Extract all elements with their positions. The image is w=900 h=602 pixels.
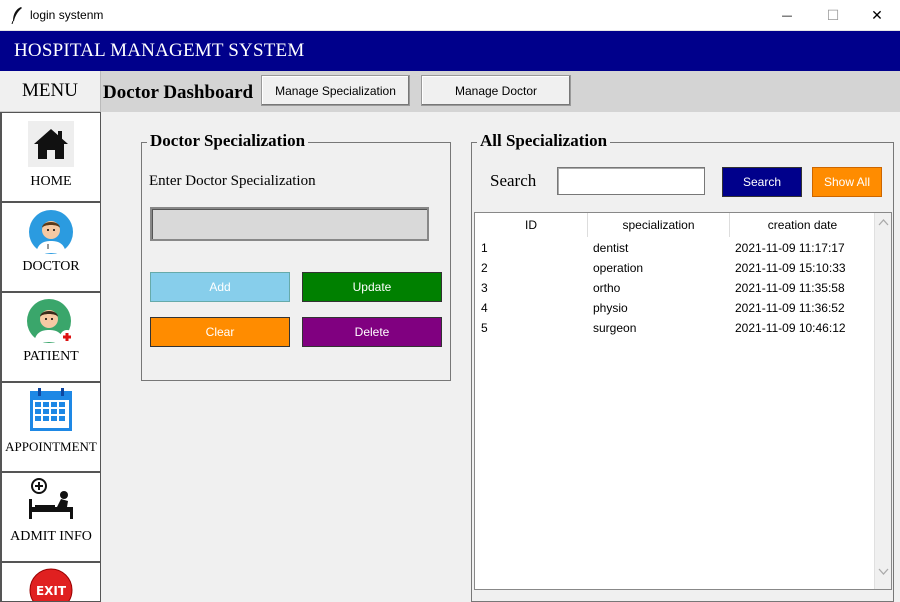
cell-specialization: surgeon (593, 321, 637, 335)
sidebar-item-admit-info[interactable]: ADMIT INFO (0, 472, 101, 562)
cell-id: 3 (481, 281, 488, 295)
search-input[interactable] (557, 167, 705, 195)
cell-specialization: ortho (593, 281, 621, 295)
manage-doctor-button[interactable]: Manage Doctor (421, 75, 571, 106)
chevron-up-icon (878, 219, 889, 226)
cell-date: 2021-11-09 11:35:58 (735, 281, 845, 295)
group-title: All Specialization (477, 131, 611, 151)
search-button[interactable]: Search (722, 167, 802, 197)
table-row[interactable]: 4 physio 2021-11-09 11:36:52 (475, 298, 891, 318)
update-button[interactable]: Update (302, 272, 442, 302)
maximize-button[interactable]: ☐ (810, 0, 856, 31)
clear-button[interactable]: Clear (150, 317, 290, 347)
cell-id: 5 (481, 321, 488, 335)
sidebar-item-label: ADMIT INFO (10, 529, 92, 544)
sidebar-item-label: HOME (30, 174, 72, 189)
cell-date: 2021-11-09 10:46:12 (735, 321, 846, 335)
feather-icon (11, 7, 22, 24)
calendar-icon (30, 388, 72, 431)
cell-id: 4 (481, 301, 488, 315)
svg-text:EXIT: EXIT (36, 584, 67, 598)
sidebar-item-label: APPOINTMENT (5, 439, 97, 454)
sidebar: MENU HOME DOCTOR PATIENT APPOINTMENT ADM… (0, 71, 101, 602)
column-header-id[interactable]: ID (475, 213, 588, 237)
column-header-specialization[interactable]: specialization (588, 213, 730, 237)
dashboard-topbar: Doctor Dashboard Manage Specialization M… (101, 71, 900, 112)
vertical-scrollbar[interactable] (874, 213, 891, 589)
chevron-down-icon (878, 568, 889, 575)
cell-id: 1 (481, 241, 488, 255)
maximize-icon: ☐ (826, 7, 840, 24)
sidebar-item-patient[interactable]: PATIENT (0, 292, 101, 382)
column-header-creation-date[interactable]: creation date (730, 213, 875, 237)
close-button[interactable]: ✕ (854, 0, 900, 31)
minimize-icon: — (781, 9, 793, 22)
group-title: Doctor Specialization (147, 131, 309, 151)
table-row[interactable]: 3 ortho 2021-11-09 11:35:58 (475, 278, 891, 298)
cell-specialization: operation (593, 261, 644, 275)
cell-specialization: physio (593, 301, 628, 315)
doctor-icon (29, 210, 73, 254)
hospital-bed-icon (29, 478, 73, 519)
sidebar-item-label: PATIENT (23, 349, 79, 364)
sidebar-item-doctor[interactable]: DOCTOR (0, 202, 101, 292)
dashboard-title: Doctor Dashboard (103, 82, 254, 103)
minimize-button[interactable]: — (764, 0, 810, 31)
specialization-field-label: Enter Doctor Specialization (149, 173, 316, 189)
table-row[interactable]: 1 dentist 2021-11-09 11:17:17 (475, 238, 891, 258)
specialization-input[interactable] (150, 207, 429, 241)
app-header: HOSPITAL MANAGEMT SYSTEM (0, 31, 900, 71)
table-row[interactable]: 5 surgeon 2021-11-09 10:46:12 (475, 318, 891, 338)
table-row[interactable]: 2 operation 2021-11-09 15:10:33 (475, 258, 891, 278)
search-label: Search (490, 171, 537, 190)
patient-icon (27, 299, 74, 344)
manage-specialization-button[interactable]: Manage Specialization (261, 75, 410, 106)
cell-specialization: dentist (593, 241, 629, 255)
window-title: login systenm (30, 8, 104, 22)
add-button[interactable]: Add (150, 272, 290, 302)
cell-date: 2021-11-09 11:36:52 (735, 301, 845, 315)
show-all-button[interactable]: Show All (812, 167, 882, 197)
exit-icon: EXIT (29, 568, 73, 601)
app-title: HOSPITAL MANAGEMT SYSTEM (14, 40, 305, 61)
sidebar-item-appointment[interactable]: APPOINTMENT (0, 382, 101, 472)
window-titlebar: login systenm — ☐ ✕ (0, 0, 900, 31)
delete-button[interactable]: Delete (302, 317, 442, 347)
close-icon: ✕ (871, 7, 883, 24)
sidebar-item-label: DOCTOR (22, 259, 80, 274)
cell-id: 2 (481, 261, 488, 275)
home-icon (28, 121, 74, 167)
menu-label: MENU (0, 71, 100, 112)
specialization-table[interactable]: ID specialization creation date 1 dentis… (474, 212, 892, 590)
cell-date: 2021-11-09 11:17:17 (735, 241, 845, 255)
sidebar-item-home[interactable]: HOME (0, 112, 101, 202)
sidebar-item-exit[interactable]: EXIT (0, 562, 101, 602)
cell-date: 2021-11-09 15:10:33 (735, 261, 846, 275)
